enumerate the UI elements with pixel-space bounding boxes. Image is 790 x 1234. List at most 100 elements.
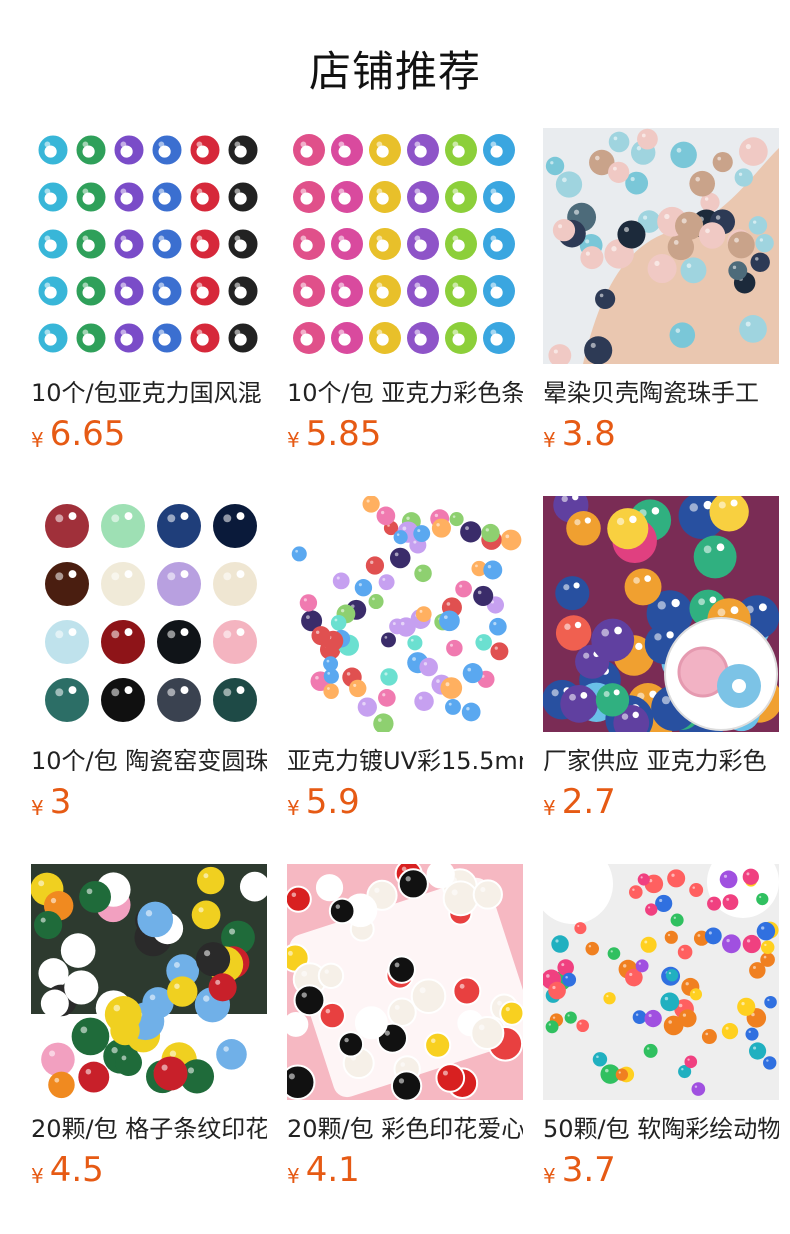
bead <box>576 1019 590 1033</box>
bead-highlight <box>82 141 89 148</box>
product-image[interactable] <box>287 128 523 364</box>
bead-highlight <box>344 1037 349 1043</box>
bead-highlight <box>588 945 592 948</box>
product-card[interactable]: 20颗/包 彩色印花爱心 ¥4.1 <box>287 864 523 1204</box>
bead-highlight <box>226 1033 232 1039</box>
product-name[interactable]: 20颗/包 格子条纹印花 <box>31 1114 267 1144</box>
bead <box>608 161 630 183</box>
bead-highlight <box>215 979 221 985</box>
bead <box>580 246 604 270</box>
bead-highlight <box>546 974 550 978</box>
bead <box>101 620 145 664</box>
bead-highlight <box>759 238 764 242</box>
bead-highlight <box>574 519 581 526</box>
bead-hole <box>758 603 767 612</box>
bead-highlight <box>392 622 396 626</box>
bead-pattern <box>452 192 465 205</box>
bead-highlight <box>44 141 51 148</box>
product-image[interactable] <box>287 864 523 1100</box>
currency-symbol: ¥ <box>543 428 556 452</box>
bead <box>756 922 776 941</box>
bead-highlight <box>704 197 709 201</box>
bead <box>415 606 432 622</box>
bead-hole <box>236 628 245 637</box>
bead-highlight <box>734 237 739 243</box>
bead-pattern <box>158 286 171 299</box>
bead-highlight <box>400 621 405 626</box>
bead <box>440 677 463 699</box>
bead-highlight <box>490 188 497 195</box>
bead-highlight <box>291 892 297 898</box>
product-name[interactable]: 10个/包 亚克力彩色条 <box>287 378 523 408</box>
bead-highlight <box>676 147 682 153</box>
bead-highlight <box>601 628 610 637</box>
bead <box>760 940 775 955</box>
bead-highlight <box>611 246 617 252</box>
bead-highlight <box>120 282 127 289</box>
product-card[interactable]: 10个/包亚克力国风混 ¥6.65 <box>31 128 267 468</box>
bead-highlight <box>487 564 492 569</box>
product-name[interactable]: 20颗/包 彩色印花爱心 <box>287 1114 523 1144</box>
product-image-graphic <box>543 864 779 1100</box>
bead-highlight <box>661 696 671 705</box>
product-price: ¥4.5 <box>31 1150 104 1190</box>
product-card[interactable]: 20颗/包 格子条纹印花 ¥4.5 <box>31 864 267 1204</box>
product-image[interactable] <box>31 496 267 732</box>
bead-highlight <box>44 329 51 336</box>
bead-highlight <box>55 514 64 523</box>
product-image-graphic <box>543 128 779 364</box>
bead-highlight <box>448 702 452 706</box>
product-name[interactable]: 亚克力镀UV彩15.5mm <box>287 746 523 776</box>
bead <box>607 947 621 960</box>
bead-highlight <box>616 517 625 526</box>
bead-highlight <box>603 691 610 698</box>
product-card[interactable]: 晕染贝壳陶瓷珠手工 ¥3.8 <box>543 128 779 468</box>
bead-highlight <box>338 235 345 242</box>
product-card[interactable]: 亚克力镀UV彩15.5mm ¥5.9 <box>287 496 523 836</box>
product-name[interactable]: 厂家供应 亚克力彩色 <box>543 746 779 776</box>
bead-highlight <box>710 899 713 903</box>
product-name[interactable]: 10个/包 陶瓷窑变圆珠 <box>31 746 267 776</box>
price-amount: 2.7 <box>561 782 616 822</box>
currency-symbol: ¥ <box>287 428 300 452</box>
product-name[interactable]: 晕染贝壳陶瓷珠手工 <box>543 378 779 408</box>
product-card[interactable]: 厂家供应 亚克力彩色 ¥2.7 <box>543 496 779 836</box>
product-name[interactable]: 50颗/包 软陶彩绘动物 <box>543 1114 779 1144</box>
bead-highlight <box>595 155 600 161</box>
bead-highlight <box>287 950 293 956</box>
bead-highlight <box>322 880 328 886</box>
product-card[interactable]: 10个/包 陶瓷窑变圆珠 ¥3 <box>31 496 267 836</box>
bead <box>157 504 201 548</box>
bead-highlight <box>85 1068 92 1075</box>
bead-hole <box>666 631 674 639</box>
bead-highlight <box>419 987 426 994</box>
bead-highlight <box>759 895 762 899</box>
product-image[interactable] <box>31 864 267 1100</box>
product-image[interactable] <box>543 864 779 1100</box>
bead-highlight <box>174 983 180 989</box>
bead-highlight <box>82 188 89 195</box>
bead-highlight <box>86 888 93 895</box>
product-card[interactable]: 10个/包 亚克力彩色条 ¥5.85 <box>287 128 523 468</box>
product-image[interactable] <box>31 128 267 364</box>
bead <box>545 156 565 176</box>
bead <box>701 1029 717 1045</box>
bead-highlight <box>466 707 470 711</box>
bead <box>208 973 237 1002</box>
price-amount: 3.8 <box>561 414 616 454</box>
product-card[interactable]: 50颗/包 软陶彩绘动物 ¥3.7 <box>543 864 779 1204</box>
bead-highlight <box>745 143 751 150</box>
product-image[interactable] <box>543 128 779 364</box>
bead-hole <box>635 642 643 651</box>
bead <box>45 562 89 606</box>
bead <box>764 995 777 1009</box>
product-name[interactable]: 10个/包亚克力国风混 <box>31 378 267 408</box>
bead-highlight <box>624 227 630 233</box>
bead <box>387 997 417 1027</box>
product-image[interactable] <box>287 496 523 732</box>
bead-highlight <box>551 689 559 697</box>
bead-highlight <box>717 156 722 161</box>
bead-pattern <box>120 333 133 346</box>
bead-pattern <box>82 333 95 346</box>
product-image[interactable] <box>543 496 779 732</box>
